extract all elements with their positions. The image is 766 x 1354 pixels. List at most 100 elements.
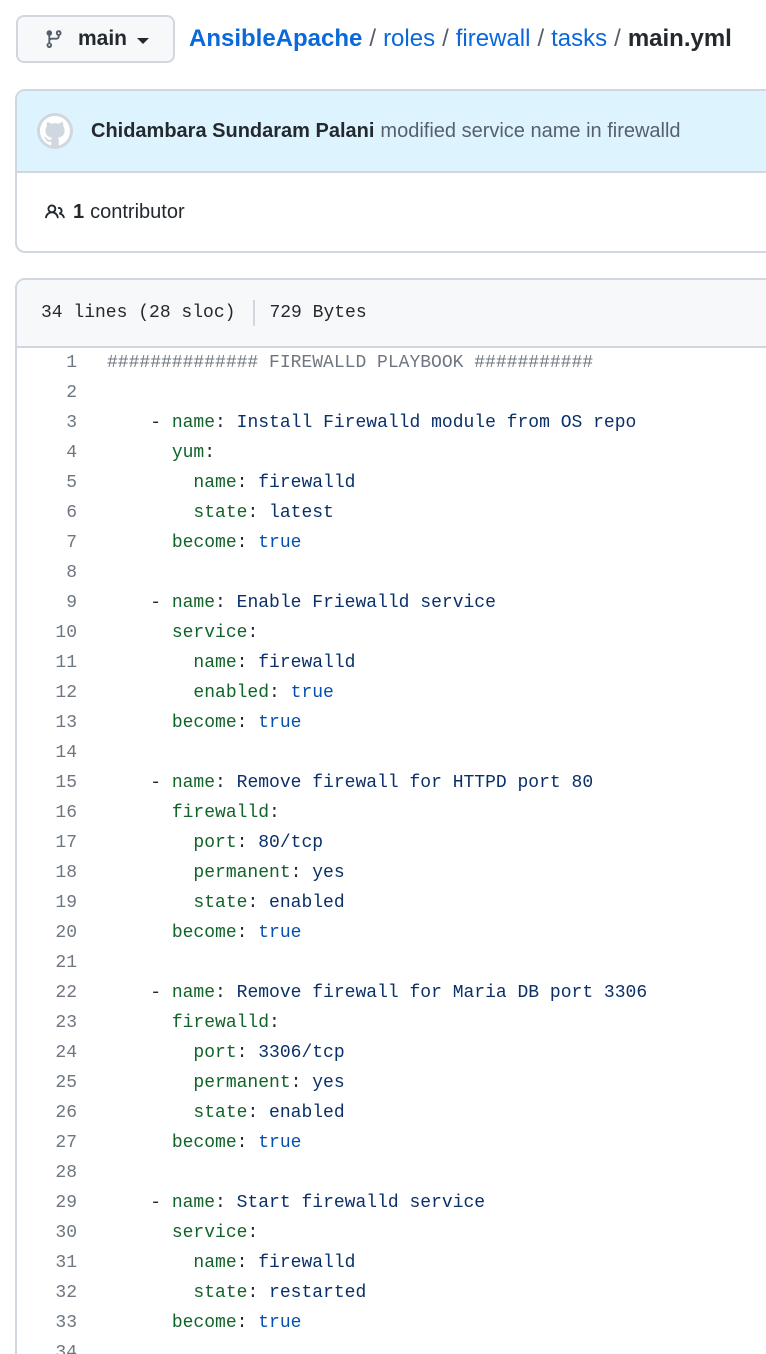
code-line: 30 service: [17,1218,766,1248]
line-number[interactable]: 17 [17,828,77,858]
code-token-val: Remove firewall for Maria DB port 3306 [236,983,648,1003]
code-token-key: firewalld [171,1013,270,1033]
line-content: - name: Enable Friewalld service [77,588,496,618]
code-token-plain: : [247,623,259,643]
line-number[interactable]: 8 [17,558,77,588]
code-token-key: state [193,1283,248,1303]
line-content: service: [77,618,258,648]
line-number[interactable]: 33 [17,1308,77,1338]
line-content: name: firewalld [77,1248,355,1278]
breadcrumb-link-roles[interactable]: roles [383,25,435,53]
code-token-key: firewalld [171,803,270,823]
line-content [77,738,107,768]
code-token-key: name [171,773,216,793]
code-line: 15 - name: Remove firewall for HTTPD por… [17,768,766,798]
latest-commit-box: Chidambara Sundaram Palani modified serv… [15,89,766,253]
code-line: 23 firewalld: [17,1008,766,1038]
line-content: - name: Remove firewall for HTTPD port 8… [77,768,593,798]
code-line: 10 service: [17,618,766,648]
line-number[interactable]: 15 [17,768,77,798]
code-token-key: service [171,623,248,643]
line-number[interactable]: 26 [17,1098,77,1128]
line-number[interactable]: 6 [17,498,77,528]
line-number[interactable]: 24 [17,1038,77,1068]
line-number[interactable]: 21 [17,948,77,978]
code-token-dash: - [150,413,172,433]
code-token-val: Install Firewalld module from OS repo [236,413,637,433]
line-number[interactable]: 30 [17,1218,77,1248]
line-content: - name: Start firewalld service [77,1188,485,1218]
code-token-key: port [193,1043,237,1063]
code-line: 19 state: enabled [17,888,766,918]
code-line: 12 enabled: true [17,678,766,708]
code-token-key: name [171,1193,216,1213]
code-token-val: Start firewalld service [236,1193,486,1213]
line-number[interactable]: 4 [17,438,77,468]
line-number[interactable]: 31 [17,1248,77,1278]
contributor-count: 1 [73,200,85,223]
line-content: enabled: true [77,678,334,708]
line-number[interactable]: 13 [17,708,77,738]
line-number[interactable]: 32 [17,1278,77,1308]
code-token-val: yes [312,863,345,883]
code-token-key: name [171,413,216,433]
code-token-dash: - [150,773,172,793]
line-number[interactable]: 22 [17,978,77,1008]
code-line: 4 yum: [17,438,766,468]
code-token-key: become [171,713,237,733]
code-line: 28 [17,1158,766,1188]
code-line: 5 name: firewalld [17,468,766,498]
breadcrumb-repo-link[interactable]: AnsibleApache [189,25,362,53]
line-number[interactable]: 28 [17,1158,77,1188]
breadcrumb-separator: / [369,25,377,52]
contributors-row[interactable]: 1 contributor [17,173,766,251]
code-view[interactable]: 1 ############## FIREWALLD PLAYBOOK #####… [17,348,766,1354]
line-content: permanent: yes [77,1068,344,1098]
line-number[interactable]: 27 [17,1128,77,1158]
line-number[interactable]: 25 [17,1068,77,1098]
branch-selector-button[interactable]: main [16,15,175,63]
line-content: state: enabled [77,1098,344,1128]
commit-message[interactable]: modified service name in firewalld [380,120,680,143]
breadcrumb-separator: / [614,25,621,52]
line-content [77,1158,107,1188]
branch-name: main [78,27,128,50]
line-content: ############## FIREWALLD PLAYBOOK ######… [77,348,593,378]
line-number[interactable]: 3 [17,408,77,438]
code-token-bool: true [258,923,302,943]
line-number[interactable]: 11 [17,648,77,678]
github-avatar-icon[interactable] [37,113,73,149]
code-token-key: permanent [193,863,291,883]
commit-author[interactable]: Chidambara Sundaram Palani [91,120,374,143]
line-number[interactable]: 29 [17,1188,77,1218]
line-number[interactable]: 10 [17,618,77,648]
code-line: 8 [17,558,766,588]
line-number[interactable]: 19 [17,888,77,918]
code-token-key: name [193,1253,237,1273]
line-number[interactable]: 23 [17,1008,77,1038]
code-token-bool: true [290,683,334,703]
code-token-key: enabled [193,683,270,703]
code-line: 13 become: true [17,708,766,738]
line-number[interactable]: 20 [17,918,77,948]
code-token-key: become [171,1133,237,1153]
line-number[interactable]: 9 [17,588,77,618]
line-number[interactable]: 34 [17,1338,77,1354]
line-number[interactable]: 12 [17,678,77,708]
line-content: port: 80/tcp [77,828,323,858]
breadcrumb-link-firewall[interactable]: firewall [456,25,531,53]
line-number[interactable]: 2 [17,378,77,408]
line-number[interactable]: 1 [17,348,77,378]
line-content: state: enabled [77,888,344,918]
line-number[interactable]: 14 [17,738,77,768]
line-content: service: [77,1218,258,1248]
code-line: 1 ############## FIREWALLD PLAYBOOK #####… [17,348,766,378]
code-token-plain: : [236,533,259,553]
line-number[interactable]: 16 [17,798,77,828]
code-token-key: permanent [193,1073,291,1093]
line-number[interactable]: 18 [17,858,77,888]
line-number[interactable]: 7 [17,528,77,558]
code-line: 17 port: 80/tcp [17,828,766,858]
line-number[interactable]: 5 [17,468,77,498]
breadcrumb-link-tasks[interactable]: tasks [551,25,607,53]
